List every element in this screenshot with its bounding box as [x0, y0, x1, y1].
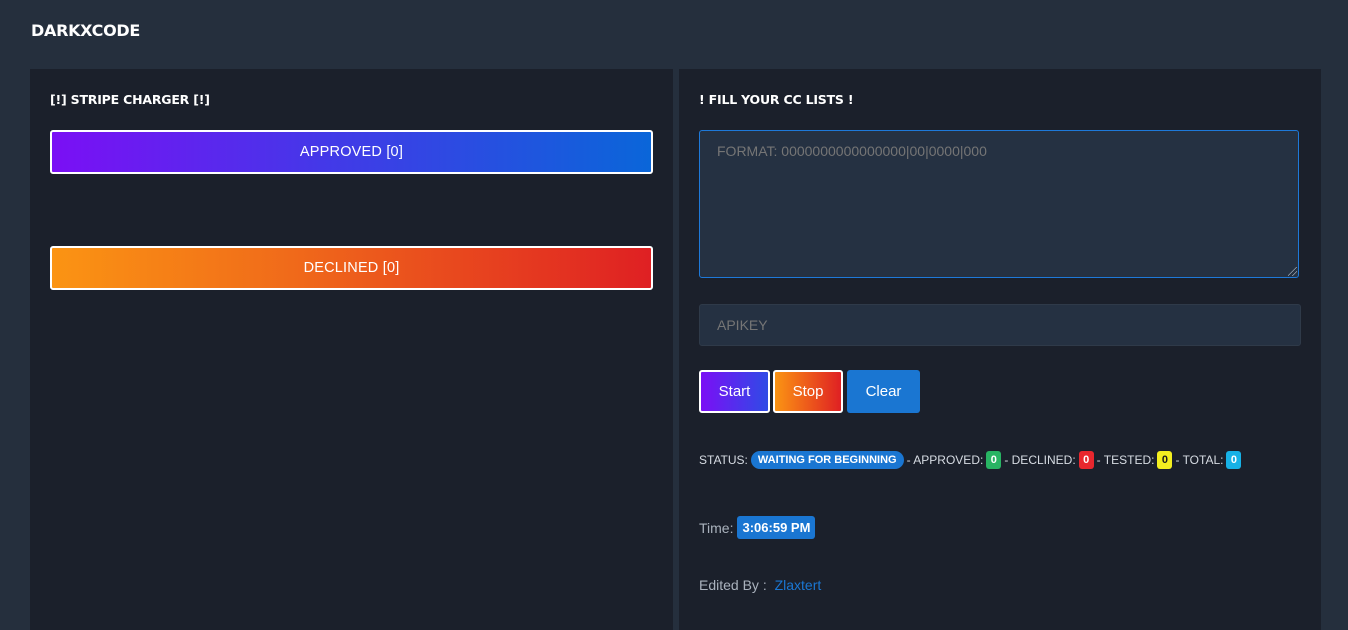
clear-button[interactable]: Clear [847, 370, 920, 413]
resize-grip-icon[interactable] [1288, 267, 1297, 276]
edited-by-label: Edited By : [699, 577, 767, 593]
declined-count-badge: 0 [1078, 451, 1094, 469]
status-label: STATUS: [699, 453, 748, 467]
tested-count-badge: 0 [1157, 451, 1173, 469]
declined-bar[interactable]: DECLINED [0] [50, 246, 653, 290]
declined-count-label: - DECLINED: [1004, 453, 1076, 467]
start-button[interactable]: Start [699, 370, 770, 413]
cc-list-textarea[interactable] [699, 130, 1299, 278]
time-label: Time: [699, 519, 734, 536]
total-count-badge: 0 [1226, 451, 1242, 469]
approved-count-label: - APPROVED: [906, 453, 984, 467]
status-line: STATUS: WAITING FOR BEGINNING - APPROVED… [699, 451, 1244, 469]
approved-count-badge: 0 [986, 451, 1002, 469]
results-panel-title: [!] STRIPE CHARGER [!] [50, 92, 210, 107]
brand-title: DARKXCODE [31, 21, 141, 40]
edited-by-line: Edited By : Zlaxtert [699, 577, 821, 593]
author-link[interactable]: Zlaxtert [775, 577, 822, 593]
stop-button[interactable]: Stop [773, 370, 843, 413]
total-count-label: - TOTAL: [1175, 453, 1224, 467]
input-panel-title: ! FILL YOUR CC LISTS ! [699, 92, 854, 107]
time-line: Time: 3:06:59 PM [699, 516, 816, 539]
apikey-input[interactable] [699, 304, 1301, 346]
status-badge: WAITING FOR BEGINNING [750, 451, 904, 469]
tested-count-label: - TESTED: [1096, 453, 1155, 467]
approved-bar[interactable]: APPROVED [0] [50, 130, 653, 174]
time-badge: 3:06:59 PM [737, 516, 816, 539]
input-panel: ! FILL YOUR CC LISTS ! Start Stop Clear … [679, 69, 1321, 630]
results-panel: [!] STRIPE CHARGER [!] APPROVED [0] DECL… [30, 69, 673, 630]
